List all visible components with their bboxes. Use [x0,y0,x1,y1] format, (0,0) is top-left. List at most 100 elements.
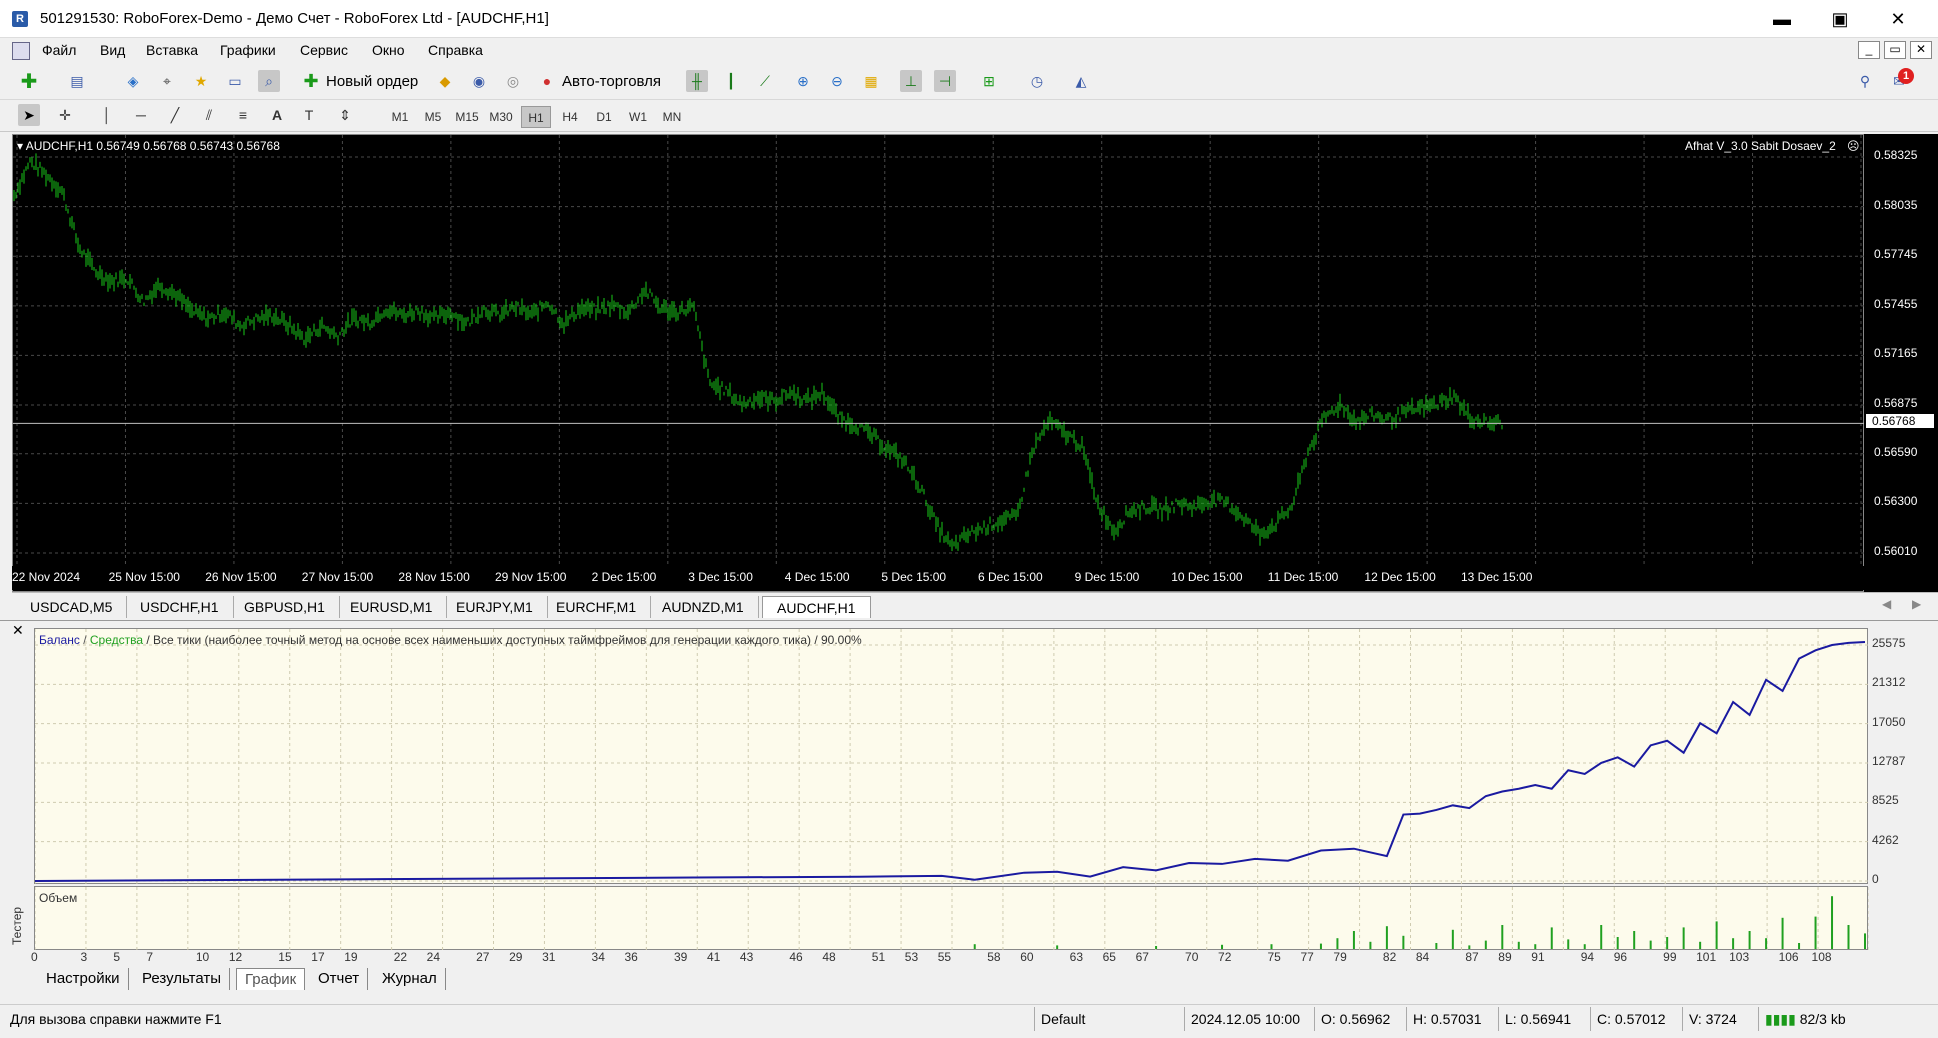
graph-x-tick-label: 24 [426,950,441,964]
minimize-button[interactable]: ▬ [1754,0,1810,38]
chart-shift-icon[interactable]: ⊣ [934,70,956,92]
tab-results[interactable]: Результаты [134,968,230,990]
line-chart-icon[interactable]: ⟋ [754,70,776,92]
tabs-scroll-left-icon[interactable]: ◀ [1882,597,1891,611]
trendline-icon[interactable]: ╱ [164,104,186,126]
status-traffic-value: 82/3 kb [1799,1011,1846,1027]
tile-windows-icon[interactable]: ▦ [860,70,882,92]
metaeditor-icon[interactable]: ◆ [434,70,456,92]
arrows-icon[interactable]: ⇕ [334,104,356,126]
market-icon[interactable]: ◎ [502,70,524,92]
timeframe-m15[interactable]: M15 [452,106,482,128]
graph-x-tick-label: 63 [1069,950,1083,964]
menu-view[interactable]: Вид [100,42,125,58]
terminal-icon[interactable]: ▭ [224,70,246,92]
timeframe-h4[interactable]: H4 [555,106,585,128]
status-close: C: 0.57012 [1590,1007,1682,1031]
price-tick-label: 0.58325 [1874,148,1918,162]
tab-journal[interactable]: Журнал [374,968,446,990]
graph-x-tick-label: 96 [1613,950,1628,964]
graph-x-tick-label: 10 [195,950,210,964]
text-icon[interactable]: A [266,104,288,126]
profiles-icon[interactable]: ▤ [66,70,88,92]
tab-report[interactable]: Отчет [310,968,369,990]
status-volume: V: 3724 [1682,1007,1758,1031]
bar-chart-icon[interactable]: ╫ [686,70,708,92]
data-window-icon[interactable]: ⌖ [156,70,178,92]
child-close-button[interactable]: ✕ [1910,41,1932,59]
chart-tab-audnzd[interactable]: AUDNZD,M1 [648,596,759,618]
chart-tab-gbpusd[interactable]: GBPUSD,H1 [230,596,340,618]
new-chart-icon[interactable]: ✚ [18,70,40,93]
signals-icon[interactable]: ◉ [468,70,490,92]
graph-x-tick-label: 22 [393,950,408,964]
chart-tab-eurchf[interactable]: EURCHF,M1 [542,596,652,618]
tester-close-icon[interactable]: ✕ [12,622,24,639]
menu-insert[interactable]: Вставка [146,42,198,58]
new-order-button[interactable]: Новый ордер [326,73,418,90]
horizontal-line-icon[interactable]: ─ [130,104,152,126]
graph-x-tick-label: 0 [31,950,38,964]
timeframe-h1[interactable]: H1 [521,106,551,128]
chart-tab-usdcad[interactable]: USDCAD,M5 [16,596,128,618]
fibonacci-icon[interactable]: ≡ [232,104,254,126]
timeframe-m5[interactable]: M5 [418,106,448,128]
menu-window[interactable]: Окно [372,42,405,58]
equidistant-channel-icon[interactable]: ⫽ [198,104,220,126]
menu-tools[interactable]: Сервис [300,42,348,58]
zoom-out-icon[interactable]: ⊖ [826,70,848,92]
graph-x-tick-label: 87 [1465,950,1479,964]
new-order-icon[interactable]: ✚ [300,70,322,92]
zoom-in-icon[interactable]: ⊕ [792,70,814,92]
status-datetime: 2024.12.05 10:00 [1184,1007,1314,1031]
search-icon[interactable]: ⚲ [1854,70,1876,92]
child-minimize-button[interactable]: _ [1858,41,1880,59]
close-button[interactable]: ✕ [1870,0,1926,38]
time-axis: 22 Nov 2024 25 Nov 15:00 26 Nov 15:00 27 No… [12,566,1864,590]
expert-smiley-icon: ☹ [1847,139,1860,153]
cursor-icon[interactable]: ➤ [18,104,40,126]
crosshair-icon[interactable]: ✛ [54,104,76,126]
child-window-icon[interactable] [12,42,30,60]
chart-tab-eurusd[interactable]: EURUSD,M1 [336,596,448,618]
chart-tab-usdchf[interactable]: USDCHF,H1 [126,596,234,618]
timeframe-m30[interactable]: M30 [486,106,516,128]
autotrading-button[interactable]: Авто-торговля [562,73,661,90]
price-tick-label: 0.56875 [1874,396,1918,411]
graph-x-tick-label: 15 [278,950,292,964]
menu-charts[interactable]: Графики [220,42,276,58]
menu-help[interactable]: Справка [428,42,483,58]
candle-chart-icon[interactable]: ┃ [720,70,742,92]
market-watch-icon[interactable]: ◈ [122,70,144,92]
legend-sep: / [79,633,90,647]
legend-equity: Средства [89,633,144,647]
tab-graph[interactable]: График [236,968,306,990]
chart-tab-audchf[interactable]: AUDCHF,H1 [762,596,871,618]
autotrading-icon[interactable]: ● [536,70,558,92]
chart-tab-eurjpy[interactable]: EURJPY,M1 [442,596,548,618]
tab-settings[interactable]: Настройки [38,968,129,990]
templates-icon[interactable]: ◭ [1070,70,1092,92]
vertical-line-icon[interactable]: │ [96,104,118,126]
indicators-icon[interactable]: ⊞ [978,70,1000,92]
timeframe-d1[interactable]: D1 [589,106,619,128]
balance-line [35,641,1866,882]
maximize-button[interactable]: ▣ [1812,0,1868,38]
price-chart[interactable]: ▾ AUDCHF,H1 0.56749 0.56768 0.56743 0.56… [12,134,1865,592]
navigator-icon[interactable]: ★ [190,70,212,92]
time-tick-label: 22 Nov 2024 [12,570,81,584]
strategy-tester-icon[interactable]: ⌕ [258,70,280,92]
timeframe-mn[interactable]: MN [657,106,687,128]
timeframe-w1[interactable]: W1 [623,106,653,128]
child-restore-button[interactable]: ▭ [1884,41,1906,59]
menu-file[interactable]: Файл [42,42,76,58]
time-tick-label: 9 Dec 15:00 [1074,570,1140,584]
autoscroll-icon[interactable]: ⊥ [900,70,922,92]
periods-clock-icon[interactable]: ◷ [1026,70,1048,92]
timeframe-m1[interactable]: M1 [385,106,415,128]
time-tick-label: 27 Nov 15:00 [301,570,374,584]
text-label-icon[interactable]: T [298,104,320,126]
volume-graph: Объем [34,886,1869,951]
chart-symbol-ohlc: AUDCHF,H1 0.56749 0.56768 0.56743 0.5676… [25,139,280,153]
tabs-scroll-right-icon[interactable]: ▶ [1912,597,1921,611]
